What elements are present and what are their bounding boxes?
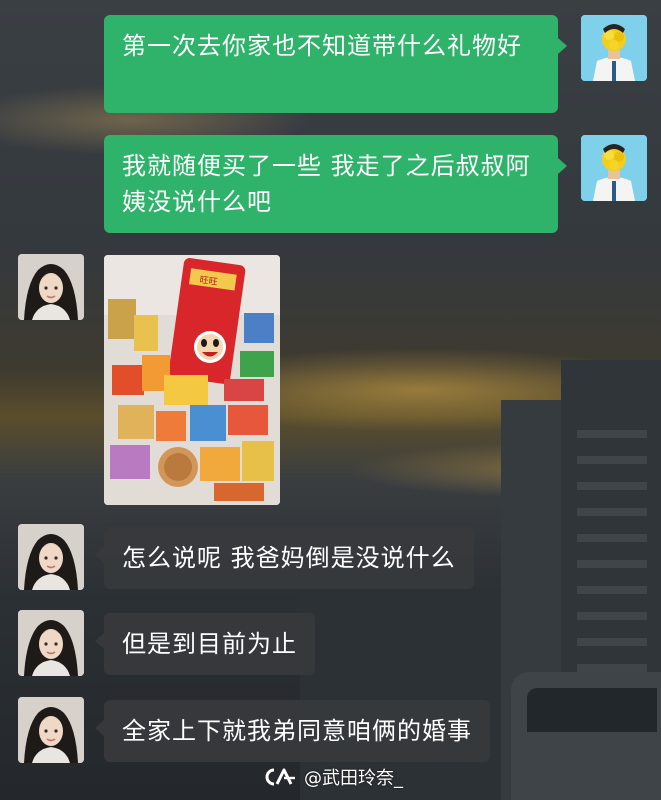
my-avatar[interactable] — [581, 15, 647, 81]
app-logo-icon — [265, 768, 295, 786]
contact-avatar[interactable] — [18, 254, 84, 320]
bus — [511, 672, 661, 800]
bubble-tail — [95, 720, 104, 736]
shared-photo[interactable]: 旺旺 — [104, 255, 280, 505]
bubble-tail — [558, 158, 567, 174]
message-bubble[interactable]: 我就随便买了一些 我走了之后叔叔阿姨没说什么吧 — [104, 135, 558, 233]
message-bubble[interactable]: 但是到目前为止 — [104, 613, 315, 675]
contact-avatar[interactable] — [18, 524, 84, 590]
chat-background — [0, 0, 661, 800]
message-bubble[interactable]: 怎么说呢 我爸妈倒是没说什么 — [104, 527, 474, 589]
contact-avatar[interactable] — [18, 610, 84, 676]
bubble-tail — [95, 547, 104, 563]
contact-avatar[interactable] — [18, 697, 84, 763]
my-avatar[interactable] — [581, 135, 647, 201]
bubble-tail — [95, 633, 104, 649]
message-bubble[interactable]: 第一次去你家也不知道带什么礼物好 — [104, 15, 558, 113]
message-bubble[interactable]: 全家上下就我弟同意咱俩的婚事 — [104, 700, 490, 762]
watermark-text: @武田玲奈_ — [304, 768, 403, 789]
watermark: @武田玲奈_ — [264, 764, 403, 790]
bubble-tail — [558, 38, 567, 54]
